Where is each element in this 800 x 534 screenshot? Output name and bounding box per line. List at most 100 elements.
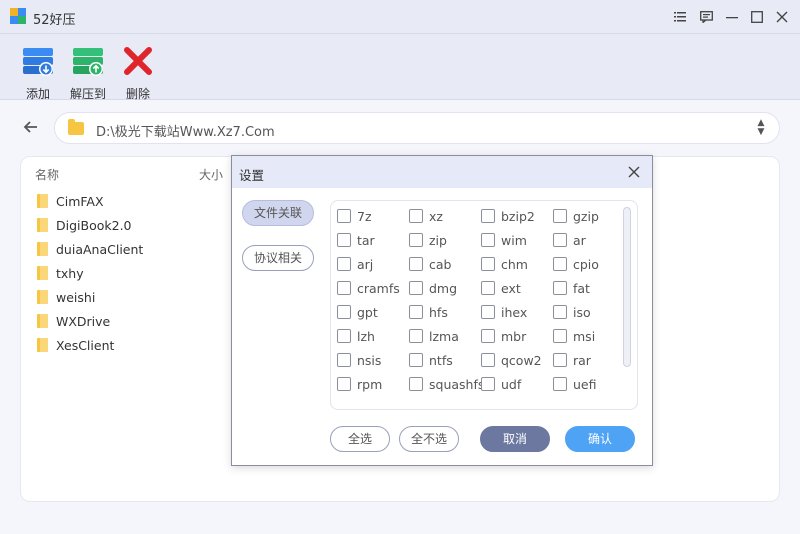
format-checkbox-7z[interactable]: 7z (337, 204, 409, 228)
maximize-icon[interactable] (747, 7, 767, 27)
tab-protocol[interactable]: 协议相关 (242, 245, 314, 271)
format-checkbox-qcow2[interactable]: qcow2 (481, 348, 553, 372)
list-item[interactable]: DigiBook2.0 (37, 213, 143, 237)
checkbox[interactable] (337, 257, 351, 271)
checkbox-label: bzip2 (501, 208, 535, 224)
format-checkbox-cramfs[interactable]: cramfs (337, 276, 409, 300)
select-all-button[interactable]: 全选 (330, 426, 390, 452)
checkbox[interactable] (481, 329, 495, 343)
format-checkbox-gpt[interactable]: gpt (337, 300, 409, 324)
list-item[interactable]: WXDrive (37, 309, 143, 333)
extract-to-button[interactable]: 解压到 (63, 44, 113, 102)
checkbox[interactable] (337, 281, 351, 295)
checkbox[interactable] (337, 305, 351, 319)
list-item[interactable]: CimFAX (37, 189, 143, 213)
format-checkbox-lzma[interactable]: lzma (409, 324, 481, 348)
checkbox[interactable] (481, 209, 495, 223)
checkbox[interactable] (481, 353, 495, 367)
checkbox[interactable] (409, 233, 423, 247)
path-bar[interactable]: D:\极光下载站Www.Xz7.Com ▲ ▼ (54, 112, 780, 144)
checkbox[interactable] (553, 377, 567, 391)
checkbox[interactable] (337, 233, 351, 247)
close-window-icon[interactable] (772, 7, 792, 27)
confirm-button[interactable]: 确认 (565, 426, 635, 452)
format-checkbox-mbr[interactable]: mbr (481, 324, 553, 348)
checkbox[interactable] (553, 281, 567, 295)
checkbox[interactable] (553, 233, 567, 247)
column-header-name[interactable]: 名称 (35, 166, 59, 183)
format-checkbox-uefi[interactable]: uefi (553, 372, 625, 396)
format-checkbox-ntfs[interactable]: ntfs (409, 348, 481, 372)
scrollbar[interactable] (623, 207, 631, 367)
checkbox[interactable] (553, 353, 567, 367)
checkbox[interactable] (337, 209, 351, 223)
checkbox[interactable] (409, 305, 423, 319)
checkbox[interactable] (553, 329, 567, 343)
format-checkbox-squashfs[interactable]: squashfs (409, 372, 484, 396)
tab-file-association[interactable]: 文件关联 (242, 200, 314, 226)
title-bar: 52好压 (0, 0, 800, 34)
checkbox[interactable] (481, 233, 495, 247)
format-checkbox-nsis[interactable]: nsis (337, 348, 409, 372)
format-checkbox-dmg[interactable]: dmg (409, 276, 481, 300)
checkbox-label: arj (357, 256, 374, 272)
format-checkbox-wim[interactable]: wim (481, 228, 553, 252)
add-button[interactable]: 添加 (13, 44, 63, 102)
close-icon[interactable] (624, 162, 644, 182)
format-checkbox-zip[interactable]: zip (409, 228, 481, 252)
checkbox[interactable] (409, 329, 423, 343)
checkbox[interactable] (409, 257, 423, 271)
format-checkbox-ext[interactable]: ext (481, 276, 553, 300)
checkbox[interactable] (481, 305, 495, 319)
delete-button[interactable]: 删除 (113, 44, 163, 102)
format-checkbox-ar[interactable]: ar (553, 228, 625, 252)
list-item[interactable]: weishi (37, 285, 143, 309)
format-checkbox-bzip2[interactable]: bzip2 (481, 204, 553, 228)
checkbox[interactable] (409, 353, 423, 367)
format-checkbox-rpm[interactable]: rpm (337, 372, 409, 396)
list-item[interactable]: txhy (37, 261, 143, 285)
format-checkbox-lzh[interactable]: lzh (337, 324, 409, 348)
format-checkbox-cpio[interactable]: cpio (553, 252, 625, 276)
format-checkbox-tar[interactable]: tar (337, 228, 409, 252)
format-checkbox-udf[interactable]: udf (481, 372, 553, 396)
menu-list-icon[interactable] (670, 7, 690, 27)
format-checkbox-iso[interactable]: iso (553, 300, 625, 324)
list-item[interactable]: duiaAnaClient (37, 237, 143, 261)
checkbox[interactable] (481, 377, 495, 391)
format-checkbox-ihex[interactable]: ihex (481, 300, 553, 324)
minimize-icon[interactable] (722, 7, 742, 27)
checkbox[interactable] (409, 281, 423, 295)
checkbox[interactable] (409, 209, 423, 223)
checkbox[interactable] (337, 353, 351, 367)
format-checkbox-chm[interactable]: chm (481, 252, 553, 276)
checkbox[interactable] (553, 209, 567, 223)
feedback-icon[interactable] (696, 7, 716, 27)
checkbox[interactable] (337, 377, 351, 391)
cancel-button[interactable]: 取消 (480, 426, 550, 452)
file-name: DigiBook2.0 (56, 217, 132, 233)
format-checkbox-rar[interactable]: rar (553, 348, 625, 372)
format-checkbox-hfs[interactable]: hfs (409, 300, 481, 324)
format-checkbox-arj[interactable]: arj (337, 252, 409, 276)
checkbox[interactable] (409, 377, 423, 391)
list-item[interactable]: XesClient (37, 333, 143, 357)
format-checkbox-gzip[interactable]: gzip (553, 204, 625, 228)
back-arrow-icon[interactable] (22, 118, 42, 138)
app-logo-icon (10, 8, 26, 24)
checkbox[interactable] (481, 281, 495, 295)
select-none-button[interactable]: 全不选 (399, 426, 459, 452)
checkbox[interactable] (553, 257, 567, 271)
format-checkbox-msi[interactable]: msi (553, 324, 625, 348)
format-checkbox-xz[interactable]: xz (409, 204, 481, 228)
column-header-size[interactable]: 大小 (199, 166, 223, 183)
checkbox[interactable] (337, 329, 351, 343)
format-checkbox-cab[interactable]: cab (409, 252, 481, 276)
format-checkbox-fat[interactable]: fat (553, 276, 625, 300)
checkbox-label: qcow2 (501, 352, 542, 368)
checkbox[interactable] (553, 305, 567, 319)
path-input[interactable]: D:\极光下载站Www.Xz7.Com (96, 121, 275, 140)
add-archive-icon (23, 48, 53, 76)
checkbox[interactable] (481, 257, 495, 271)
path-dropdown-icon[interactable]: ▲ ▼ (755, 119, 767, 139)
